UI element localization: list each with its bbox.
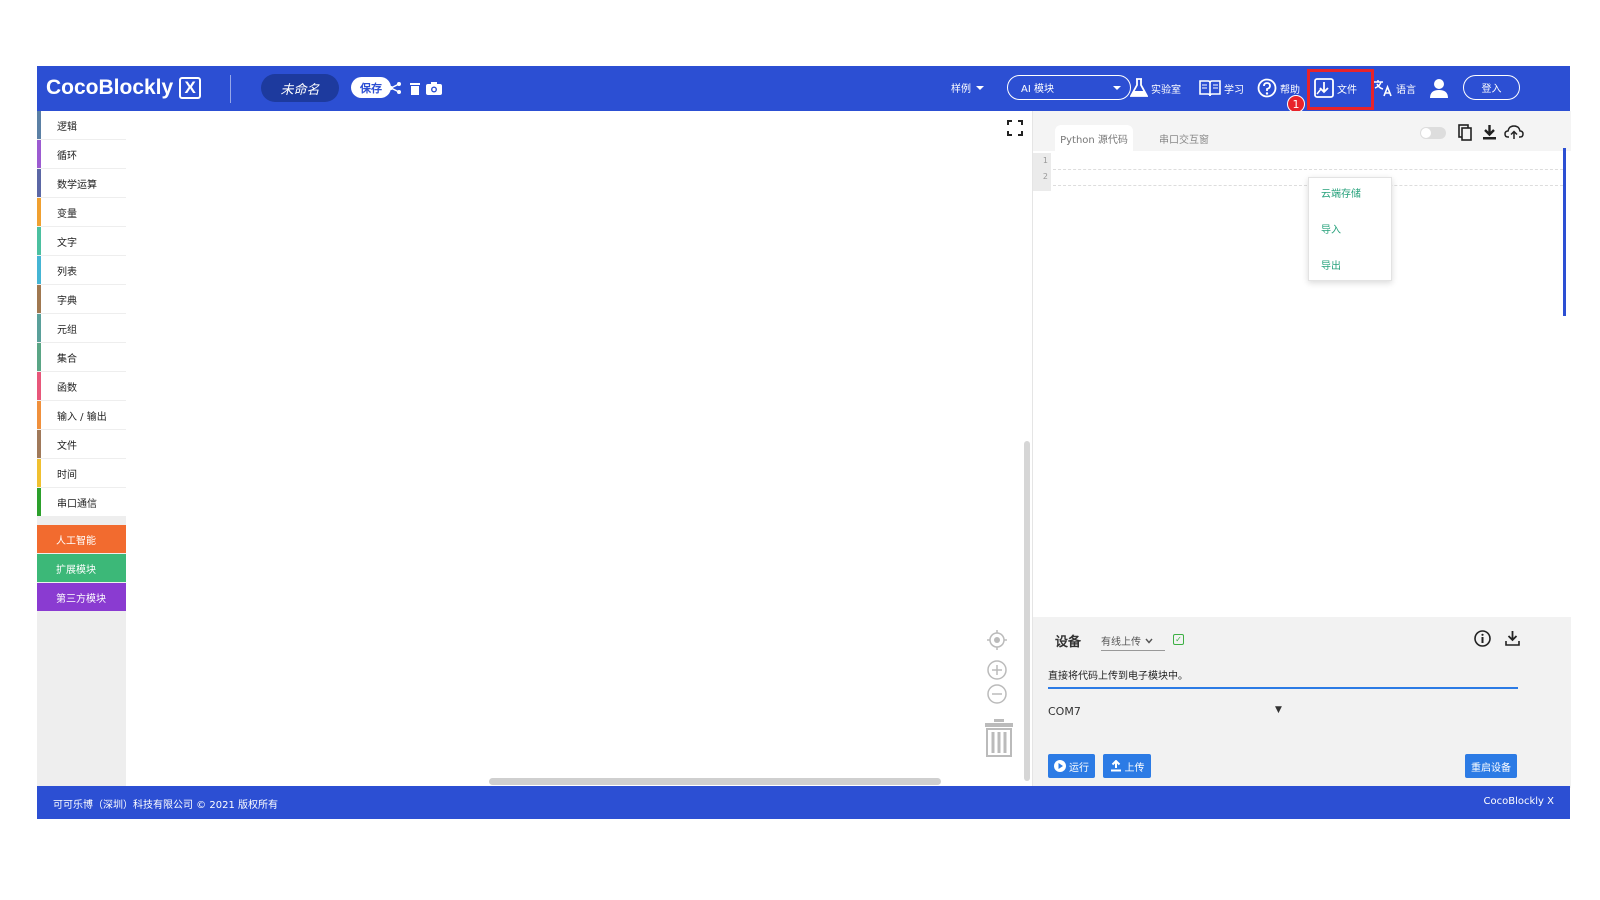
line-number: 1: [1042, 156, 1048, 165]
category-ai[interactable]: 人工智能: [37, 525, 126, 553]
caret-down-icon[interactable]: ▼: [1275, 705, 1282, 715]
category-file[interactable]: 文件: [37, 430, 126, 458]
copy-icon[interactable]: [1457, 123, 1473, 141]
category-variables[interactable]: 变量: [37, 198, 126, 226]
workspace-vertical-scrollbar[interactable]: [1024, 441, 1030, 781]
login-button[interactable]: 登入: [1463, 75, 1520, 100]
blockly-workspace[interactable]: [126, 111, 1032, 788]
run-label: 运行: [1069, 762, 1089, 774]
upload-mode-select[interactable]: 有线上传: [1101, 633, 1165, 651]
logo-text: CocoBlockly: [46, 76, 174, 99]
menu-item-cloud-storage[interactable]: 云端存储: [1321, 185, 1361, 200]
cloud-upload-icon[interactable]: [1504, 123, 1524, 141]
upload-label: 上传: [1124, 762, 1145, 774]
device-download-icon[interactable]: [1503, 629, 1521, 647]
download-icon[interactable]: [1481, 123, 1497, 141]
category-dict[interactable]: 字典: [37, 285, 126, 313]
user-icon: [1430, 79, 1448, 98]
tab-python-source[interactable]: Python 源代码: [1055, 125, 1133, 151]
com-port-select[interactable]: COM7: [1048, 705, 1081, 718]
camera-icon[interactable]: [425, 78, 443, 98]
footer: 可可乐博（深圳）科技有限公司 © 2021 版权所有 CocoBlockly X: [37, 786, 1570, 819]
nav-learn[interactable]: 学习: [1199, 74, 1244, 102]
category-third-party[interactable]: 第三方模块: [37, 583, 126, 611]
nav-language[interactable]: 语言: [1373, 74, 1416, 102]
editor-gutter: 1 2: [1033, 153, 1051, 191]
project-name[interactable]: 未命名: [261, 74, 339, 102]
chevron-down-icon: [1145, 638, 1153, 644]
run-button[interactable]: 运行: [1048, 754, 1095, 778]
chevron-down-icon: [976, 85, 984, 90]
footer-brand: CocoBlockly X: [1483, 796, 1555, 807]
code-tabs: Python 源代码 串口交互窗: [1033, 111, 1571, 151]
book-icon: [1199, 80, 1221, 97]
trash-icon[interactable]: [406, 78, 424, 98]
fullscreen-icon[interactable]: [1006, 119, 1024, 137]
category-lists[interactable]: 列表: [37, 256, 126, 284]
upload-mode-checkbox[interactable]: ✓: [1173, 634, 1184, 645]
logo-badge: X: [179, 77, 202, 99]
chevron-down-icon: [1113, 86, 1121, 90]
nav-help-label: 帮助: [1280, 84, 1300, 96]
device-description: 直接将代码上传到电子模块中。: [1048, 667, 1518, 689]
logo: CocoBlockly X: [46, 75, 202, 101]
category-functions[interactable]: 函数: [37, 372, 126, 400]
zoom-in-icon[interactable]: [986, 659, 1008, 681]
examples-dropdown[interactable]: 样例: [951, 80, 984, 95]
category-io[interactable]: 输入 / 输出: [37, 401, 126, 429]
workspace-trash-icon[interactable]: [984, 719, 1014, 757]
recenter-icon[interactable]: [986, 629, 1008, 651]
info-icon[interactable]: [1473, 629, 1491, 647]
category-serial[interactable]: 串口通信: [37, 488, 126, 516]
footer-copyright: 可可乐博（深圳）科技有限公司 © 2021 版权所有: [53, 800, 278, 811]
device-panel: 设备 有线上传 ✓ 直接将代码上传到电子模块中。 COM7 ▼ 运行 上传 重启…: [1033, 617, 1571, 788]
menu-item-import[interactable]: 导入: [1321, 221, 1341, 236]
category-logic[interactable]: 逻辑: [37, 111, 126, 139]
translate-icon: [1374, 80, 1392, 97]
nav-lab-label: 实验室: [1151, 84, 1181, 96]
category-time[interactable]: 时间: [37, 459, 126, 487]
category-loop[interactable]: 循环: [37, 140, 126, 168]
header-divider: [230, 75, 231, 103]
zoom-out-icon[interactable]: [986, 683, 1008, 705]
save-button[interactable]: 保存: [351, 77, 391, 98]
category-tuple[interactable]: 元组: [37, 314, 126, 342]
line-number: 2: [1042, 172, 1048, 181]
help-icon: [1257, 78, 1277, 98]
code-panel: Python 源代码 串口交互窗 1 2 设备 有线上传 ✓ 直接将代码上传到电…: [1032, 111, 1571, 788]
ai-module-label: AI 模块: [1021, 84, 1054, 95]
upload-icon: [1110, 760, 1121, 772]
app: CocoBlockly X 未命名 保存 样例 AI 模块 实验室 学习 帮助 …: [37, 66, 1571, 838]
workspace-horizontal-scrollbar[interactable]: [489, 778, 941, 785]
device-title: 设备: [1055, 635, 1082, 650]
play-icon: [1054, 760, 1066, 772]
code-line-1[interactable]: [1053, 169, 1563, 170]
category-extension[interactable]: 扩展模块: [37, 554, 126, 582]
upload-button[interactable]: 上传: [1103, 754, 1151, 778]
file-menu-highlight: [1307, 69, 1374, 110]
tab-serial-console[interactable]: 串口交互窗: [1149, 125, 1219, 151]
menu-item-export[interactable]: 导出: [1321, 257, 1341, 272]
category-set[interactable]: 集合: [37, 343, 126, 371]
share-icon[interactable]: [386, 78, 404, 98]
restart-device-button[interactable]: 重启设备: [1465, 754, 1517, 778]
file-dropdown-menu: 云端存储 导入 导出: [1308, 177, 1392, 281]
nav-lab[interactable]: 实验室: [1130, 74, 1181, 102]
upload-mode-label: 有线上传: [1101, 637, 1141, 648]
nav-language-label: 语言: [1396, 84, 1416, 96]
code-toggle-switch[interactable]: [1420, 127, 1446, 139]
editor-scrollbar[interactable]: [1563, 148, 1566, 316]
examples-label: 样例: [951, 84, 971, 95]
user-profile[interactable]: [1429, 74, 1449, 102]
ai-module-select[interactable]: AI 模块: [1007, 75, 1131, 100]
flask-icon: [1130, 78, 1148, 97]
category-math[interactable]: 数学运算: [37, 169, 126, 197]
nav-learn-label: 学习: [1224, 84, 1244, 96]
block-toolbox: 逻辑 循环 数学运算 变量 文字 列表 字典 元组 集合 函数 输入 / 输出 …: [37, 111, 126, 788]
category-text[interactable]: 文字: [37, 227, 126, 255]
